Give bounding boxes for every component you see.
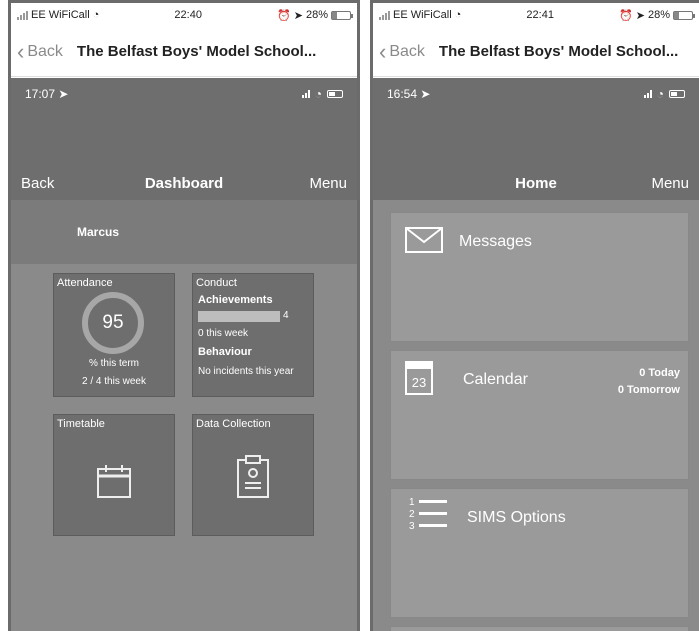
conduct-label: Conduct [196,277,237,289]
location-icon: ➤ [293,9,303,22]
ios-status-bar: EE WiFiCall ◔ 22:40 ⏰ ➤ 28% [11,3,357,27]
menu-button[interactable]: Menu [651,175,689,192]
cell-signal-icon [17,10,28,20]
calendar-card[interactable]: 23 Calendar 0 Today 0 Tomorrow [390,350,689,480]
app-header: Home Menu [373,110,699,200]
next-card[interactable] [390,626,689,631]
calendar-today-count: 0 Today [639,367,680,379]
calendar-icon [97,465,131,498]
calendar-day: 23 [411,375,427,390]
achievements-label: Achievements [198,294,273,306]
wifi-icon: ◔ [656,87,664,101]
svg-text:3: 3 [409,521,415,532]
carrier-label: EE WiFiCall [393,9,452,21]
browser-page-title: The Belfast Boys' Model School... [438,43,679,60]
app-status-time: 17:07 [25,87,56,101]
behaviour-text: No incidents this year [198,366,294,377]
location-icon: ➤ [635,9,645,22]
pupil-name-bar: Marcus [11,200,357,264]
battery-icon [673,10,695,20]
pupil-name: Marcus [77,225,120,239]
page-title: Dashboard [144,175,224,192]
battery-icon [327,90,343,98]
battery-icon [669,90,685,98]
cell-signal-icon [301,90,310,98]
cell-signal-icon [643,90,652,98]
achievements-week-text: 0 this week [198,328,249,339]
messages-card[interactable]: Messages [390,212,689,342]
svg-text:1: 1 [409,497,415,508]
app-status-time: 16:54 [387,87,418,101]
calendar-icon: 23 [405,361,433,395]
calendar-tomorrow-count: 0 Tomorrow [617,384,680,396]
attendance-ring: 95 [82,292,144,354]
wifi-icon: ◔ [314,87,322,101]
data-collection-label: Data Collection [196,418,271,430]
messages-label: Messages [459,233,532,250]
alarm-icon: ⏰ [277,9,291,22]
ios-status-bar: EE WiFiCall ◔ 22:41 ⏰ ➤ 28% [373,3,699,27]
browser-page-title: The Belfast Boys' Model School... [76,43,317,60]
calendar-counts: 0 Today 0 Tomorrow [618,365,680,399]
carrier-label: EE WiFiCall [31,9,90,21]
attendance-label: Attendance [57,277,113,289]
clipboard-icon [237,455,269,498]
chevron-left-icon: ‹ [379,38,387,64]
sims-options-label: SIMS Options [467,509,566,526]
chevron-left-icon: ‹ [17,38,25,64]
status-time: 22:40 [174,9,202,21]
svg-text:2: 2 [409,509,415,520]
browser-back-button[interactable]: ‹ Back [17,38,63,64]
behaviour-label: Behaviour [198,346,252,358]
wifi-icon: ◔ [454,9,462,21]
achievements-value: 4 [283,310,289,321]
location-icon: ➤ [58,87,69,101]
sims-options-card[interactable]: 1 2 3 SIMS Options [390,488,689,618]
app-header: Back Dashboard Menu [11,110,357,200]
browser-nav-bar: ‹ Back The Belfast Boys' Model School... [373,27,699,77]
battery-icon [331,10,353,20]
browser-back-label: Back [389,42,425,60]
phone-left: EE WiFiCall ◔ 22:40 ⏰ ➤ 28% ‹ Back The B… [8,0,360,631]
alarm-icon: ⏰ [619,9,633,22]
achievements-bar [198,311,280,322]
attendance-term-text: % this term [88,358,139,369]
battery-percent: 28% [647,9,670,21]
app-content: 16:54 ➤ ◔ Home Menu Messages 23 Calendar [373,78,699,631]
menu-button[interactable]: Menu [309,175,347,192]
app-status-bar: 16:54 ➤ ◔ [373,78,699,110]
envelope-icon [405,227,443,253]
attendance-value: 95 [102,312,124,333]
timetable-tile[interactable]: Timetable [53,414,175,536]
numbered-list-icon: 1 2 3 [409,497,447,532]
calendar-label: Calendar [463,371,528,388]
attendance-week-text: 2 / 4 this week [82,376,146,387]
attendance-tile[interactable]: Attendance 95 % this term 2 / 4 this wee… [53,273,175,397]
browser-back-button[interactable]: ‹ Back [379,38,425,64]
phone-right: EE WiFiCall ◔ 22:41 ⏰ ➤ 28% ‹ Back The B… [370,0,699,631]
wifi-icon: ◔ [92,9,100,21]
location-icon: ➤ [420,87,431,101]
browser-nav-bar: ‹ Back The Belfast Boys' Model School... [11,27,357,77]
conduct-tile[interactable]: Conduct Achievements 4 0 this week Behav… [192,273,314,397]
data-collection-tile[interactable]: Data Collection [192,414,314,536]
battery-percent: 28% [305,9,328,21]
timetable-label: Timetable [57,418,105,430]
status-time: 22:41 [526,9,554,21]
app-status-bar: 17:07 ➤ ◔ [11,78,357,110]
page-title: Home [515,175,557,192]
browser-back-label: Back [27,42,63,60]
cell-signal-icon [379,10,390,20]
app-content: 17:07 ➤ ◔ Back Dashboard Menu Marcus Att… [11,78,357,631]
